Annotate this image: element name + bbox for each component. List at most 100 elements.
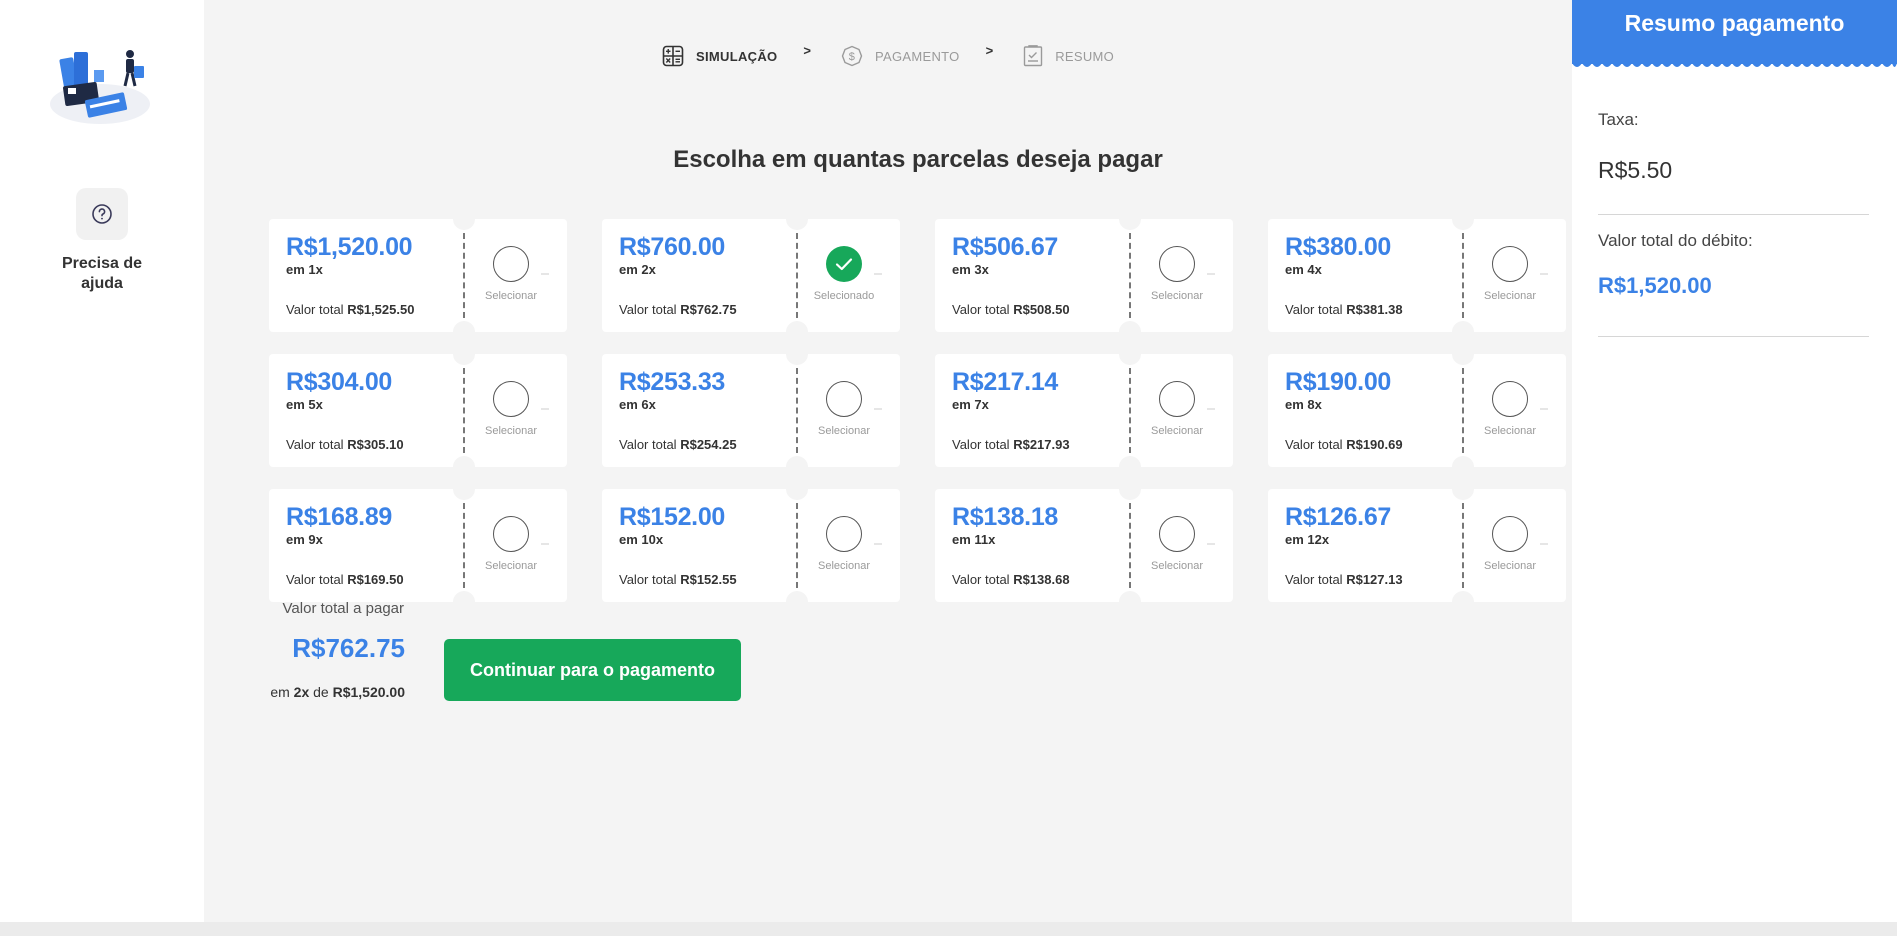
- dashed-divider: [1129, 233, 1131, 318]
- installment-total-value: R$305.10: [347, 437, 404, 452]
- total-to-pay-summary: Valor total a pagar R$762.75 em 2x de R$…: [204, 600, 405, 700]
- card-dash: [541, 273, 549, 275]
- installment-amount: R$760.00: [619, 233, 726, 261]
- select-status-label: Selecionar: [1151, 290, 1203, 302]
- breakdown-of: de: [313, 684, 329, 700]
- card-dash: [1207, 543, 1215, 545]
- installment-amount: R$168.89: [286, 503, 393, 531]
- installment-option-card[interactable]: R$506.67 em 3x Valor total R$508.50 Selecio…: [935, 219, 1233, 332]
- select-radio[interactable]: [493, 381, 529, 417]
- select-status-label: Selecionar: [1151, 560, 1203, 572]
- installment-amount: R$126.67: [1285, 503, 1392, 531]
- installment-count: em 5x: [286, 397, 323, 412]
- installment-option-card[interactable]: R$190.00 em 8x Valor total R$190.69 Selecio…: [1268, 354, 1566, 467]
- step-pagamento[interactable]: $ PAGAMENTO: [841, 45, 960, 67]
- installment-total-value: R$254.25: [680, 437, 737, 452]
- dashed-divider: [1462, 503, 1464, 588]
- installment-total: Valor total R$169.50: [286, 572, 404, 587]
- installment-count: em 4x: [1285, 262, 1322, 277]
- installment-option-card[interactable]: R$217.14 em 7x Valor total R$217.93 Selecio…: [935, 354, 1233, 467]
- installment-count: em 3x: [952, 262, 989, 277]
- installment-amount: R$190.00: [1285, 368, 1392, 396]
- bottom-scrollbar-track: [0, 922, 1897, 936]
- select-status-label: Selecionar: [818, 560, 870, 572]
- installment-total: Valor total R$305.10: [286, 437, 404, 452]
- select-radio[interactable]: [1492, 246, 1528, 282]
- step-simulacao[interactable]: SIMULAÇÃO: [662, 45, 777, 67]
- select-radio[interactable]: [1159, 516, 1195, 552]
- card-notch: [1452, 489, 1474, 500]
- installment-info: R$190.00 em 8x: [1285, 368, 1460, 412]
- total-to-pay-value: R$762.75: [292, 633, 405, 663]
- total-to-pay-breakdown: em 2x de R$1,520.00: [204, 684, 405, 700]
- installment-total: Valor total R$762.75: [619, 302, 737, 317]
- select-status-label: Selecionar: [485, 425, 537, 437]
- installment-total: Valor total R$508.50: [952, 302, 1070, 317]
- card-notch: [786, 354, 808, 365]
- installment-info: R$760.00 em 2x: [619, 233, 794, 277]
- installment-option-card[interactable]: R$253.33 em 6x Valor total R$254.25 Selecio…: [602, 354, 900, 467]
- installment-option-card[interactable]: R$380.00 em 4x Valor total R$381.38 Selecio…: [1268, 219, 1566, 332]
- installment-option-card[interactable]: R$1,520.00 em 1x Valor total R$1,525.50 Sel…: [269, 219, 567, 332]
- continue-to-payment-button[interactable]: Continuar para o pagamento: [444, 639, 741, 701]
- installment-count: em 10x: [619, 532, 664, 547]
- installment-info: R$217.14 em 7x: [952, 368, 1127, 412]
- step-resumo[interactable]: RESUMO: [1023, 45, 1114, 67]
- installment-count: em 6x: [619, 397, 656, 412]
- installment-option-card[interactable]: R$168.89 em 9x Valor total R$169.50 Selecio…: [269, 489, 567, 602]
- card-notch: [453, 489, 475, 500]
- card-notch: [1119, 489, 1141, 500]
- installment-option-card[interactable]: R$138.18 em 11x Valor total R$138.68 Seleci…: [935, 489, 1233, 602]
- select-radio[interactable]: [1492, 516, 1528, 552]
- selected-radio[interactable]: [826, 246, 862, 282]
- installment-total-label: Valor total: [952, 302, 1010, 317]
- installment-amount: R$1,520.00: [286, 233, 413, 261]
- installment-total-label: Valor total: [619, 572, 677, 587]
- installment-total: Valor total R$138.68: [952, 572, 1070, 587]
- help-label[interactable]: Precisa de ajuda: [0, 254, 204, 294]
- installment-info: R$253.33 em 6x: [619, 368, 794, 412]
- installment-info: R$138.18 em 11x: [952, 503, 1127, 547]
- installment-count: em 1x: [286, 262, 323, 277]
- installment-total: Valor total R$1,525.50: [286, 302, 414, 317]
- installment-option-card[interactable]: R$760.00 em 2x Valor total R$762.75 Selecio…: [602, 219, 900, 332]
- card-dash: [874, 543, 882, 545]
- left-sidebar: Precisa de ajuda: [0, 0, 204, 922]
- card-notch: [1119, 321, 1141, 332]
- breakdown-base: R$1,520.00: [332, 684, 405, 700]
- card-notch: [453, 354, 475, 365]
- question-icon: [92, 204, 112, 224]
- installment-total-value: R$138.68: [1013, 572, 1070, 587]
- select-radio[interactable]: [826, 516, 862, 552]
- help-icon-box[interactable]: [76, 188, 128, 240]
- total-to-pay-label: Valor total a pagar: [282, 600, 404, 617]
- installment-option-card[interactable]: R$152.00 em 10x Valor total R$152.55 Seleci…: [602, 489, 900, 602]
- select-radio[interactable]: [1492, 381, 1528, 417]
- select-radio[interactable]: [493, 246, 529, 282]
- installment-total-value: R$152.55: [680, 572, 737, 587]
- help-button[interactable]: Precisa de ajuda: [0, 188, 204, 294]
- installment-options-grid: R$1,520.00 em 1x Valor total R$1,525.50 Sel…: [269, 219, 1566, 602]
- fee-value: R$5.50: [1598, 157, 1673, 183]
- select-radio[interactable]: [493, 516, 529, 552]
- select-radio[interactable]: [1159, 381, 1195, 417]
- panel-divider: [1598, 336, 1869, 337]
- installment-count: em 9x: [286, 532, 323, 547]
- main-content: SIMULAÇÃO > $ PAGAMENTO > RESUMO Escolha…: [204, 0, 1572, 922]
- installment-option-card[interactable]: R$304.00 em 5x Valor total R$305.10 Selecio…: [269, 354, 567, 467]
- dollar-coin-icon: $: [841, 45, 863, 67]
- card-dash: [1207, 408, 1215, 410]
- installment-total-label: Valor total: [1285, 572, 1343, 587]
- dashed-divider: [796, 503, 798, 588]
- step-simulacao-label: SIMULAÇÃO: [696, 48, 778, 64]
- installment-option-card[interactable]: R$126.67 em 12x Valor total R$127.13 Seleci…: [1268, 489, 1566, 602]
- card-dash: [1540, 543, 1548, 545]
- installment-info: R$126.67 em 12x: [1285, 503, 1460, 547]
- card-notch: [453, 456, 475, 467]
- select-radio[interactable]: [1159, 246, 1195, 282]
- installment-amount: R$217.14: [952, 368, 1059, 396]
- select-radio[interactable]: [826, 381, 862, 417]
- card-notch: [453, 219, 475, 230]
- card-dash: [874, 273, 882, 275]
- installment-amount: R$253.33: [619, 368, 726, 396]
